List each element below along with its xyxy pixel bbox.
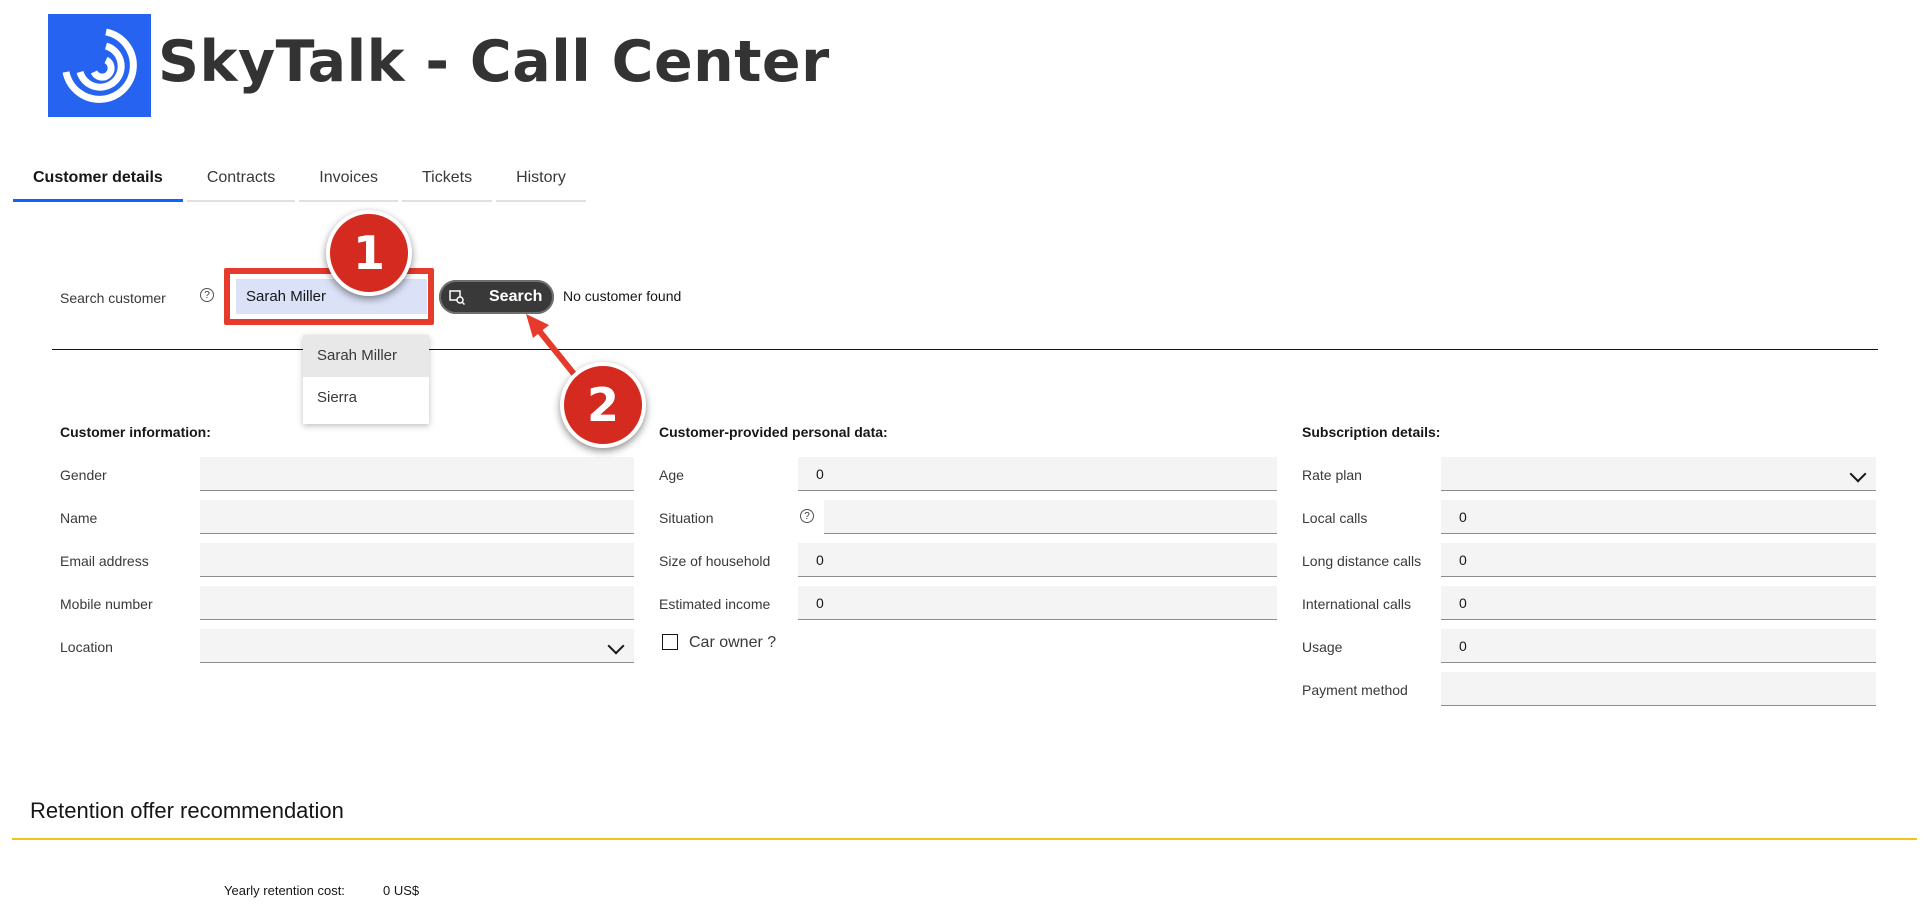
retention-divider	[12, 838, 1917, 840]
location-select[interactable]	[200, 629, 634, 663]
car-owner-checkbox[interactable]	[662, 634, 678, 650]
local-calls-field[interactable]: 0	[1441, 500, 1876, 534]
mobile-label: Mobile number	[60, 596, 153, 612]
tab-history[interactable]: History	[496, 160, 586, 202]
help-icon[interactable]: ?	[200, 288, 214, 302]
subscription-title: Subscription details:	[1302, 424, 1441, 440]
retention-title: Retention offer recommendation	[30, 798, 344, 823]
search-status: No customer found	[563, 288, 682, 304]
age-label: Age	[659, 467, 684, 483]
age-field[interactable]: 0	[798, 457, 1277, 491]
car-owner-label: Car owner ?	[689, 634, 777, 651]
search-button[interactable]: Search	[439, 280, 554, 314]
search-suggestions: Sarah Miller Sierra	[303, 335, 429, 424]
local-calls-label: Local calls	[1302, 510, 1368, 526]
household-size-label: Size of household	[659, 553, 771, 569]
usage-label: Usage	[1302, 639, 1343, 655]
step-badge-2: 2	[560, 362, 646, 448]
search-button-label: Search	[489, 288, 543, 305]
app-title: SkyTalk - Call Center	[158, 29, 830, 95]
suggestion-item[interactable]: Sarah Miller	[303, 335, 429, 377]
skytalk-logo-icon	[48, 14, 151, 117]
long-distance-label: Long distance calls	[1302, 553, 1422, 569]
rate-plan-select[interactable]	[1441, 457, 1876, 491]
international-label: International calls	[1302, 596, 1411, 612]
international-field[interactable]: 0	[1441, 586, 1876, 620]
situation-field[interactable]	[824, 500, 1277, 534]
personal-data-title: Customer-provided personal data:	[659, 424, 888, 440]
search-customer-label: Search customer	[60, 290, 166, 306]
tab-invoices[interactable]: Invoices	[299, 160, 398, 202]
usage-field[interactable]: 0	[1441, 629, 1876, 663]
retention-cost-label: Yearly retention cost:	[224, 883, 345, 898]
suggestion-item[interactable]: Sierra	[303, 377, 429, 419]
step-badge-1: 1	[326, 210, 412, 296]
tab-contracts[interactable]: Contracts	[186, 160, 296, 202]
tab-customer-details[interactable]: Customer details	[13, 160, 183, 202]
name-field[interactable]	[200, 500, 634, 534]
search-icon	[449, 290, 465, 305]
situation-label: Situation	[659, 510, 714, 526]
payment-method-label: Payment method	[1302, 682, 1408, 698]
long-distance-field[interactable]: 0	[1441, 543, 1876, 577]
retention-cost-value: 0 US$	[383, 883, 420, 898]
name-label: Name	[60, 510, 98, 526]
gender-label: Gender	[60, 467, 107, 483]
email-field[interactable]	[200, 543, 634, 577]
email-label: Email address	[60, 553, 149, 569]
help-icon[interactable]: ?	[800, 509, 814, 523]
payment-method-field[interactable]	[1441, 672, 1876, 706]
income-label: Estimated income	[659, 596, 771, 612]
household-size-field[interactable]: 0	[798, 543, 1277, 577]
mobile-field[interactable]	[200, 586, 634, 620]
income-field[interactable]: 0	[798, 586, 1277, 620]
rate-plan-label: Rate plan	[1302, 467, 1362, 483]
tab-bar: Customer details Contracts Invoices Tick…	[13, 160, 590, 202]
location-label: Location	[60, 639, 113, 655]
tab-tickets[interactable]: Tickets	[401, 160, 493, 202]
annotation-arrow	[526, 314, 585, 386]
customer-info-title: Customer information:	[60, 424, 211, 440]
gender-field[interactable]	[200, 457, 634, 491]
